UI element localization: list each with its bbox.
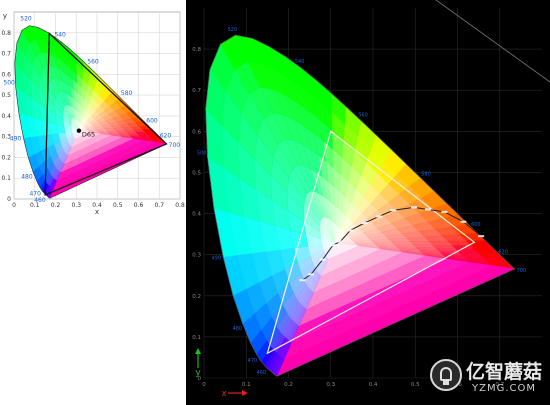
- y-tick-label: 0.2: [192, 294, 201, 300]
- wavelength-label: 600: [471, 222, 481, 228]
- planckian-locus-marker: [329, 244, 336, 247]
- cie-chart-left: 460470480490500520540560580600620700D650…: [1, 11, 185, 216]
- y-axis-label: y: [195, 368, 201, 378]
- wavelength-label: 520: [20, 16, 32, 23]
- planckian-locus-marker: [410, 206, 417, 209]
- wavelength-label: 560: [87, 58, 99, 65]
- planckian-locus-marker: [307, 273, 314, 276]
- x-tick-label: 0.6: [134, 202, 144, 209]
- y-tick-label: 0.2: [1, 154, 11, 161]
- y-tick-label: 0.7: [192, 88, 201, 94]
- wavelength-label: 700: [517, 268, 527, 274]
- wavelength-label: 520: [228, 27, 238, 33]
- diagonal-guide-line: [435, 0, 550, 83]
- wavelength-label: 460: [257, 370, 267, 376]
- wavelength-label: 490: [211, 256, 221, 262]
- y-tick-label: 0: [7, 196, 11, 203]
- spectral-gamut-fill: [205, 34, 516, 377]
- x-tick-label: 0: [202, 382, 206, 388]
- cie-chart-right: 460 470 480 490 500 520 540 560 580 600 620 700 0 0.1…: [192, 0, 550, 399]
- y-axis-label: y: [3, 12, 7, 20]
- x-tick-label: 0.2: [284, 382, 293, 388]
- whitepoint-marker: [76, 128, 82, 133]
- planckian-locus-marker: [478, 235, 485, 238]
- y-tick-label: 0.4: [1, 113, 11, 120]
- y-tick-label: 0.1: [1, 175, 11, 182]
- whitepoint-label: D65: [82, 131, 95, 139]
- planckian-locus-marker: [441, 210, 448, 213]
- x-tick-label: 0.3: [71, 202, 81, 209]
- x-tick-label: 0.2: [51, 202, 61, 209]
- wavelength-label: 540: [295, 59, 305, 65]
- y-tick-label: 0.6: [1, 71, 11, 78]
- watermark: 亿智蘑菇 YZMG.COM: [428, 355, 546, 401]
- watermark-url: YZMG.COM: [472, 383, 536, 394]
- wavelength-label: 700: [169, 142, 181, 149]
- planckian-locus-marker: [319, 258, 326, 261]
- y-tick-label: 0.7: [1, 51, 11, 58]
- planckian-locus-marker: [460, 220, 467, 223]
- wavelength-label: 560: [358, 112, 368, 118]
- x-axis-label: x: [221, 389, 227, 399]
- watermark-name: 亿智蘑菇: [466, 361, 543, 383]
- y-tick-label: 0.1: [192, 335, 201, 341]
- planckian-locus-marker: [361, 222, 368, 225]
- x-tick-label: 0.7: [154, 202, 164, 209]
- y-tick-label: 0.6: [192, 129, 201, 135]
- x-tick-label: 0.5: [113, 202, 123, 209]
- mushroom-logo-icon: [430, 359, 462, 391]
- x-axis-arrowhead: [242, 390, 248, 396]
- y-tick-label: 0.5: [192, 170, 201, 176]
- x-tick-label: 0.1: [242, 382, 251, 388]
- x-tick-label: 0.8: [175, 202, 185, 209]
- cie-diagram-left: 460 470 480 490 500 520 540 560 580 600 620 700 D65 0…: [0, 0, 185, 228]
- y-axis-arrowhead: [195, 348, 201, 354]
- x-tick-label: 0.3: [326, 382, 335, 388]
- y-tick-label: 0.3: [1, 134, 11, 141]
- planckian-locus-marker: [337, 240, 344, 243]
- wavelength-label: 470: [29, 191, 41, 198]
- x-tick-label: 0.5: [411, 382, 420, 388]
- wavelength-label: 480: [21, 174, 33, 181]
- planckian-locus-marker: [347, 229, 354, 232]
- planckian-locus-marker: [375, 215, 382, 218]
- cie-diagram-right: 460 470 480 490 500 520 540 560 580 600 620 700 0 0.1…: [186, 0, 550, 405]
- wavelength-label: 500: [3, 80, 15, 87]
- wavelength-label: 500: [197, 151, 207, 157]
- planckian-locus-marker: [390, 209, 397, 212]
- y-tick-label: 0.4: [192, 212, 201, 218]
- y-tick-label: 0.8: [192, 47, 201, 53]
- planckian-locus-marker: [424, 208, 431, 211]
- y-tick-label: 0.8: [1, 30, 11, 37]
- y-tick-label: 0.3: [192, 253, 201, 259]
- x-axis-label: x: [95, 208, 99, 216]
- y-tick-label: 0.5: [1, 92, 11, 99]
- x-tick-label: 0: [12, 202, 16, 209]
- wavelength-label: 540: [54, 31, 66, 38]
- wavelength-label: 580: [121, 90, 133, 97]
- wavelength-label: 490: [10, 136, 22, 143]
- x-tick-label: 0.4: [369, 382, 378, 388]
- wavelength-label: 600: [146, 118, 158, 125]
- wavelength-label: 470: [248, 358, 258, 364]
- planckian-locus-marker: [299, 279, 306, 282]
- wavelength-label: 580: [421, 172, 431, 178]
- wavelength-label: 620: [498, 250, 508, 256]
- wavelength-label: 480: [233, 326, 243, 332]
- x-tick-label: 0.1: [30, 202, 40, 209]
